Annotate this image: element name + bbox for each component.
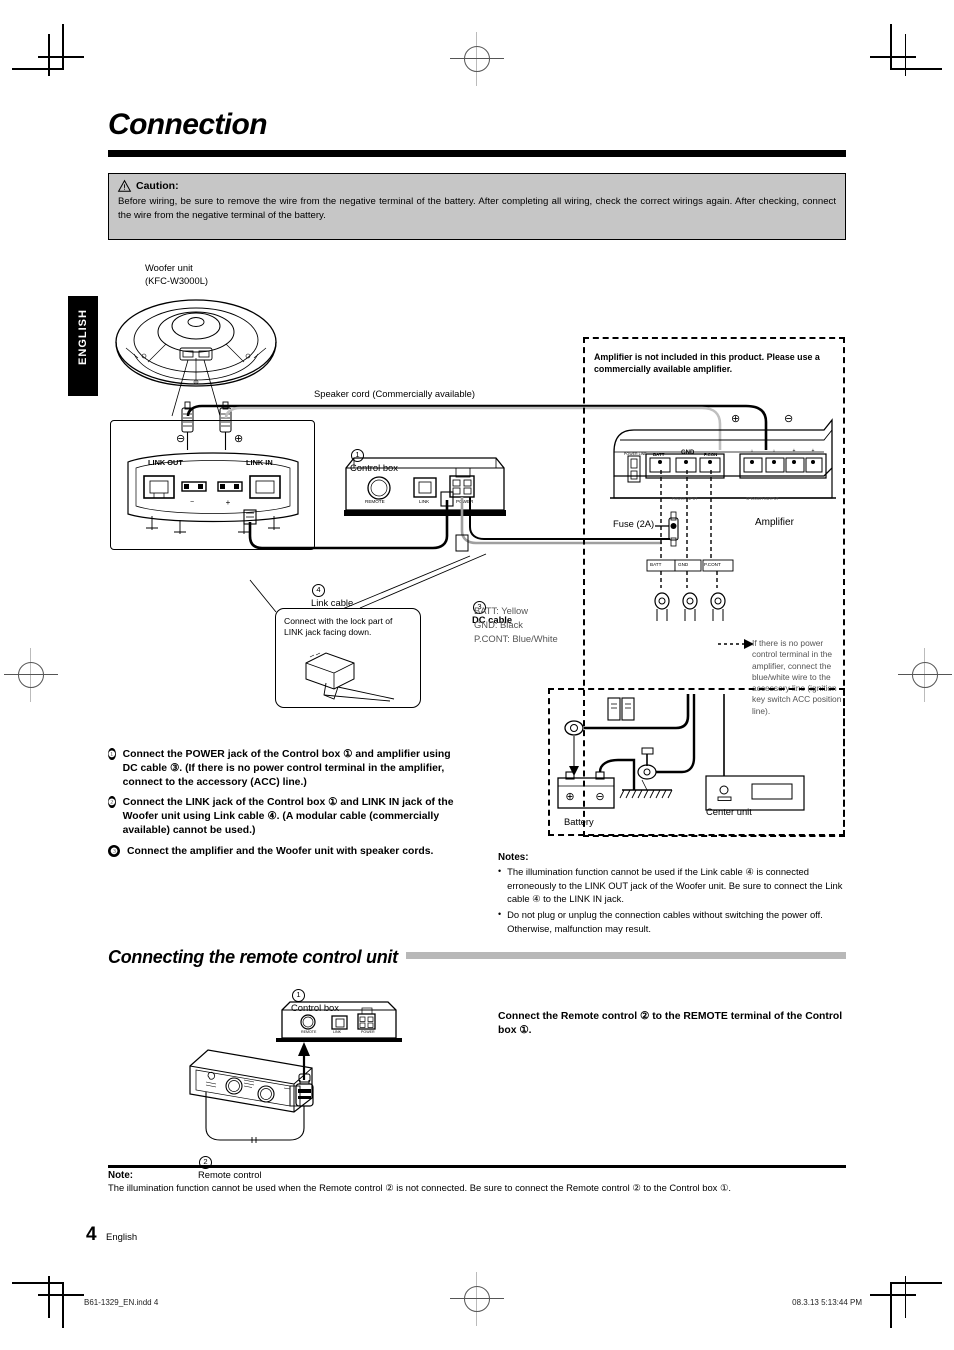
svg-text:⊖: ⊖ bbox=[595, 791, 604, 803]
bottom-note-block: Note: The illumination function cannot b… bbox=[108, 1170, 846, 1195]
svg-text:+: + bbox=[812, 448, 815, 454]
dc-tag-gnd: GND bbox=[678, 562, 689, 567]
crop-mark-bl-h bbox=[12, 1282, 64, 1284]
page-language-label: English bbox=[106, 1232, 138, 1243]
step-number: ❸ bbox=[108, 844, 120, 857]
step-text: Connect the POWER jack of the Control bo… bbox=[122, 749, 451, 788]
step-item: ❶ Connect the POWER jack of the Control … bbox=[108, 748, 468, 789]
language-tab-label: ENGLISH bbox=[77, 309, 89, 365]
step-text: Connect the amplifier and the Woofer uni… bbox=[127, 845, 434, 857]
crop-mark-br-h2 bbox=[870, 1294, 916, 1296]
amp-pcon-label: P.CON bbox=[704, 452, 718, 457]
caution-label: Caution: bbox=[136, 180, 179, 192]
woofer-unit-label-line1: Woofer unit bbox=[145, 262, 193, 273]
step-text: Connect the LINK jack of the Control box… bbox=[122, 797, 454, 837]
remote-control-illustration bbox=[189, 1042, 314, 1143]
caution-text: Before wiring, be sure to remove the wir… bbox=[118, 196, 836, 221]
svg-text:+: + bbox=[793, 448, 796, 454]
speaker-cord-label: Speaker cord (Commercially available) bbox=[314, 388, 475, 399]
crop-mark-br-v2 bbox=[904, 1276, 906, 1318]
link-lock-callout-text: Connect with the lock part of LINK jack … bbox=[284, 616, 393, 638]
crop-mark-tl-h bbox=[12, 68, 64, 70]
dc-tag-pcont: P.CONT bbox=[704, 562, 721, 567]
warning-triangle-icon bbox=[117, 179, 132, 192]
svg-text:○: ○ bbox=[751, 448, 754, 453]
note-text: Do not plug or unplug the connection cab… bbox=[507, 908, 823, 934]
notes-block: Notes: • The illumination function canno… bbox=[498, 852, 848, 937]
dc-tag-batt: BATT bbox=[650, 562, 662, 567]
step-item: ❸ Connect the amplifier and the Woofer u… bbox=[108, 844, 468, 859]
remote-instruction-text: Connect the Remote control ② to the REMO… bbox=[498, 1011, 843, 1037]
bottom-note-text: The illumination function cannot be used… bbox=[108, 1182, 731, 1193]
registration-mark-left bbox=[4, 648, 58, 702]
crop-mark-br-v bbox=[890, 1282, 892, 1328]
crop-mark-tr-h2 bbox=[870, 56, 916, 58]
crop-mark-tl-v2 bbox=[48, 34, 50, 76]
link-lock-callout: Connect with the lock part of LINK jack … bbox=[275, 608, 421, 708]
woofer-unit-illustration bbox=[115, 299, 277, 417]
crop-mark-tr-v2 bbox=[904, 34, 906, 76]
caution-heading: Caution: bbox=[117, 179, 836, 192]
page-number: 4 bbox=[86, 1224, 97, 1245]
svg-text:⊕: ⊕ bbox=[565, 791, 574, 803]
crop-mark-br-h bbox=[890, 1282, 942, 1284]
page-title: Connection bbox=[108, 108, 268, 141]
crop-mark-bl-h2 bbox=[38, 1294, 84, 1296]
crop-mark-bl-v bbox=[62, 1282, 64, 1328]
amp-gnd-label: GND bbox=[681, 450, 695, 456]
footer-timestamp: 08.3.13 5:13:44 PM bbox=[792, 1298, 862, 1307]
caution-box: Caution: Before wiring, be sure to remov… bbox=[108, 173, 846, 240]
footer-filename: B61-1329_EN.indd 4 bbox=[84, 1298, 159, 1307]
note-item: • The illumination function cannot be us… bbox=[498, 865, 848, 906]
crop-mark-tr-h bbox=[890, 68, 942, 70]
crop-mark-bl-v2 bbox=[48, 1276, 50, 1318]
note-item: • Do not plug or unplug the connection c… bbox=[498, 908, 848, 935]
step-number: ❷ bbox=[108, 796, 116, 809]
step-item: ❷ Connect the LINK jack of the Control b… bbox=[108, 796, 468, 837]
amp-minus-symbol: ⊖ bbox=[784, 413, 794, 425]
link-plug-detail-icon bbox=[305, 652, 395, 702]
woofer-minus-symbol: ⊖ bbox=[176, 433, 186, 445]
amplifier-not-included-note: Amplifier is not included in this produc… bbox=[594, 352, 820, 375]
connection-steps: ❶ Connect the POWER jack of the Control … bbox=[108, 748, 468, 866]
note-text: The illumination function cannot be used… bbox=[507, 866, 843, 905]
dc-cable-legend-pcont: P.CONT: Blue/White bbox=[474, 633, 558, 644]
amp-batt-label: BATT bbox=[653, 452, 665, 457]
registration-mark-bottom bbox=[450, 1272, 504, 1326]
bottom-note-rule bbox=[108, 1165, 846, 1168]
manual-page: Connection Caution: Before wiring, be su… bbox=[0, 0, 954, 1350]
step-number: ❶ bbox=[108, 748, 116, 760]
battery-label: Battery bbox=[564, 816, 594, 827]
crop-mark-tl-v bbox=[62, 24, 64, 70]
subsection-title: Connecting the remote control unit bbox=[108, 947, 406, 968]
crop-mark-tl-h2 bbox=[38, 56, 84, 58]
bullet-icon: • bbox=[498, 866, 502, 876]
bottom-note-title: Note: bbox=[108, 1170, 134, 1181]
svg-text:−: − bbox=[190, 499, 194, 506]
title-rule bbox=[108, 150, 846, 157]
ring-terminals bbox=[654, 592, 726, 621]
woofer-link-out-label: LINK OUT bbox=[148, 458, 183, 467]
registration-mark-right bbox=[898, 648, 952, 702]
remote-box-link-port-label: LINK bbox=[333, 1030, 341, 1034]
crop-mark-tr-v bbox=[890, 24, 892, 70]
amp-plus-symbol: ⊕ bbox=[731, 413, 741, 425]
language-tab: ENGLISH bbox=[68, 296, 98, 396]
center-unit-label: Center unit bbox=[706, 806, 752, 817]
amp-power-line-label: POWER LINE bbox=[624, 452, 647, 456]
svg-text:○: ○ bbox=[773, 448, 776, 453]
battery-wiring-illustration: ⊕ ⊖ bbox=[557, 694, 805, 811]
notes-title: Notes: bbox=[498, 852, 529, 863]
remote-box-remote-port-label: REMOTE bbox=[301, 1030, 317, 1034]
woofer-unit-label-line2: (KFC-W3000L) bbox=[145, 275, 209, 286]
bullet-icon: • bbox=[498, 908, 502, 919]
remote-box-power-port-label: POWER bbox=[361, 1030, 375, 1034]
registration-mark-top bbox=[450, 32, 504, 86]
